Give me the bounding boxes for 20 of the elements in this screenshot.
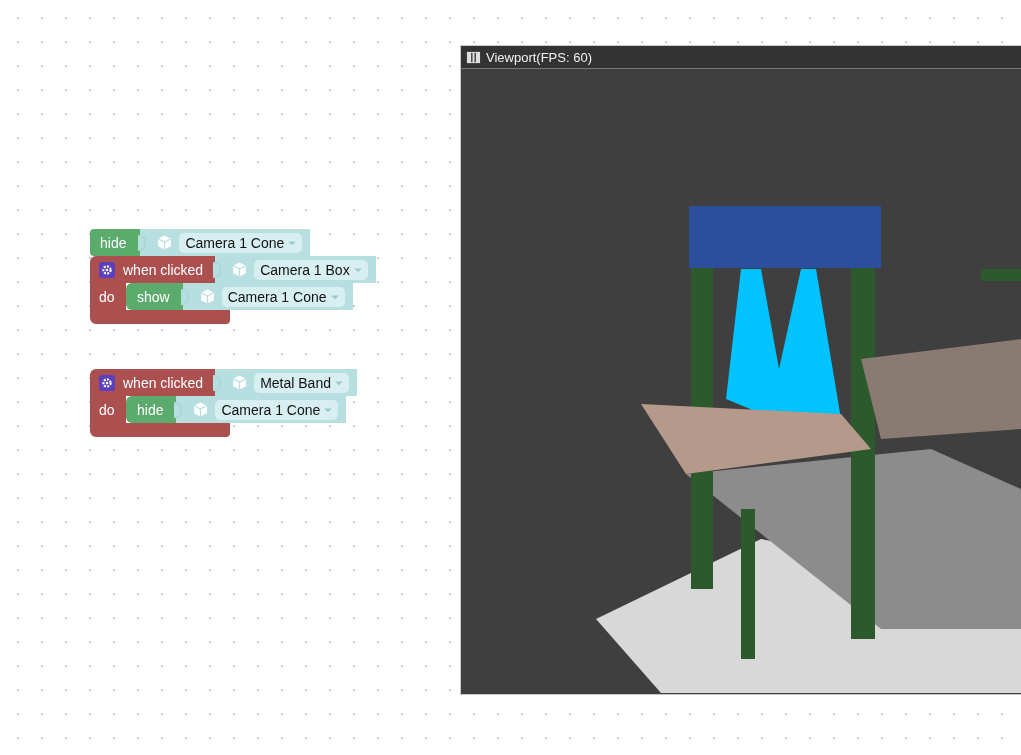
do-label: do — [90, 396, 126, 423]
cube-icon — [231, 261, 249, 278]
event-block[interactable]: when clicked — [90, 256, 216, 283]
cube-icon — [231, 374, 249, 391]
object-dropdown[interactable]: Camera 1 Cone — [215, 399, 339, 420]
object-dropdown[interactable]: Camera 1 Cone — [221, 286, 345, 307]
gear-icon — [99, 261, 115, 278]
viewport-title: Viewport(FPS: 60) — [486, 49, 592, 65]
object-dropdown[interactable]: Metal Band — [254, 372, 349, 393]
do-label: do — [90, 283, 126, 310]
cube-icon — [198, 288, 216, 305]
event-block[interactable]: when clicked — [90, 369, 216, 396]
event-label: when clicked — [123, 261, 204, 278]
object-dropdown[interactable]: Camera 1 Box — [254, 259, 368, 280]
cube-icon — [192, 401, 210, 418]
cube-icon — [156, 234, 174, 251]
event-label: when clicked — [123, 374, 204, 391]
object-dropdown[interactable]: Camera 1 Cone — [179, 232, 303, 253]
gear-icon — [99, 374, 115, 391]
panel-icon — [466, 49, 481, 65]
